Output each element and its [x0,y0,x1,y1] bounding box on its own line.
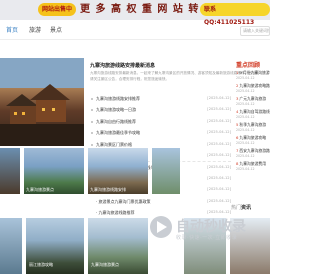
news-date: [2025-04-12] [207,152,231,157]
contact-qq-badge[interactable]: 联系QQ:411025113 [200,3,270,26]
sidebar-item-title[interactable]: 九寨沟旅游费用 [239,161,266,166]
bullet-icon [91,98,93,100]
sidebar-item-title[interactable]: 广元九寨沟旅游 [239,96,266,101]
nav-travel[interactable]: 旅游 [29,26,41,36]
sidebar-item-date: 2025-04-12 [236,89,255,93]
photo-card[interactable]: 九寨沟旅游线路安排 [88,148,148,194]
sale-badge[interactable]: 网站出售中 [38,3,77,16]
news-date: [2025-04-12] [207,198,231,203]
sidebar-item-title[interactable]: 九寨沟旅游攻略 [239,135,266,140]
sidebar-title: 重点回顾 [236,62,261,69]
bullet-icon [91,143,93,146]
sidebar-item-title[interactable]: 九寨沟自驾游路线 [239,109,269,114]
news-title[interactable]: 九寨沟旅游攻略一日游 [96,104,191,115]
news-date: [2025-04-12] [207,118,231,123]
list-item[interactable]: · 旅游景点九寨沟门票优惠政策 [2025-04-12] [96,196,231,207]
sidebar-item[interactable]: 6九寨沟旅游攻略 2025-04-12 [236,135,270,148]
temple-night-image [0,58,84,146]
nav-attractions[interactable]: 景点 [50,26,62,36]
tile-caption[interactable]: 九寨沟旅游景点 [91,262,119,268]
news-date: [2025-04-12] [207,130,231,135]
sidebar-item[interactable]: 4九寨沟自驾游路线 2025-04-12 [236,109,270,122]
hot-label: 热门 [231,205,242,211]
news-date: [2025-04-12] [207,141,231,146]
search-input[interactable]: 请输入关键词搜索 [240,26,270,36]
sidebar-list: 19 月份九寨沟旅游 2025-04-12 2九寨沟旅游攻略路 2025-04-12… [236,70,270,174]
sidebar-item-date: 2025-04-12 [236,102,255,106]
list-item[interactable]: 九寨沟旅游攻略一日游 [2025-04-12] [91,104,231,115]
featured-headline[interactable]: 九寨沟旅游线路安排最新消息 [90,62,155,69]
sidebar-item-date: 2025-04-12 [236,128,255,132]
sidebar-item[interactable]: 7西安九寨沟旅游路 2025-04-12 [236,148,270,161]
news-title[interactable]: 九寨沟自由行路线推荐 [96,116,191,127]
photo-card[interactable]: 九寨沟旅游景点 [24,148,84,194]
sidebar-item-date: 2025-04-12 [236,154,255,158]
watermark-subtitle: 收录·快速·一次·立即收录 [176,235,238,241]
bullet-icon [91,132,93,135]
featured-title[interactable]: 九寨沟旅游线路安排最新消息 [90,63,155,69]
sidebar-item[interactable]: 8九寨沟旅游费用 2025-04-12 [236,161,270,174]
list-item[interactable]: 九寨沟旅游线路安排推荐 [2025-04-12] [91,93,231,104]
bullet-icon [91,120,93,123]
photo-card[interactable] [152,148,180,194]
news-date: [2025-04-12] [207,175,231,180]
hot-section-title: 热门资讯 [231,204,251,211]
top-banner[interactable]: 网站出售中 更 多 高 权 重 网 站 转 让 联系QQ:411025113 [0,0,270,26]
news-date: [2025-04-12] [207,107,231,112]
sidebar-item[interactable]: 2九寨沟旅游攻略路 2025-04-12 [236,83,270,96]
hot-tile[interactable] [0,218,22,274]
hot-tile[interactable]: 丽江旅游攻略 [26,218,84,274]
watermark: 自动秒收录 收录·快速·一次·立即收录 [150,212,250,252]
banner-headline: 更 多 高 权 重 网 站 转 让 [80,4,215,15]
sidebar-item-title[interactable]: 九寨沟旅游攻略路 [239,83,269,88]
sidebar-item-date: 2025-04-12 [236,115,255,119]
nav-home[interactable]: 首页 [6,26,18,36]
sidebar-item-date: 2025-04-12 [236,76,255,80]
sidebar-item[interactable]: 3广元九寨沟旅游 2025-04-12 [236,96,270,109]
hot-tile[interactable]: 九寨沟旅游景点 [88,218,148,274]
hot-label-bold: 资讯 [241,205,252,211]
watermark-title: 自动秒收录 [176,219,246,235]
bullet-icon [91,109,93,112]
featured-photo[interactable] [0,58,84,146]
photo-card[interactable] [0,148,20,194]
photo-caption[interactable]: 九寨沟旅游线路安排 [90,187,126,193]
news-date: [2025-04-12] [207,96,231,100]
sidebar-item-date: 2025-04-12 [236,141,255,145]
news-title[interactable]: 九寨沟旅游最佳季节攻略 [96,127,191,138]
sidebar-item[interactable]: 19 月份九寨沟旅游 2025-04-12 [236,70,270,83]
photo-caption[interactable]: 九寨沟旅游景点 [26,187,54,193]
news-date: [2025-04-12] [207,165,231,170]
sidebar-item-title[interactable]: 秋季九寨沟旅游 [239,122,266,127]
sidebar-item-title[interactable]: 西安九寨沟旅游路 [239,148,269,153]
news-title[interactable]: 九寨沟旅游线路安排推荐 [96,93,191,104]
news-title[interactable]: · 旅游景点九寨沟门票优惠政策 [96,196,191,207]
play-icon [150,216,172,238]
sidebar-item-title[interactable]: 9 月份九寨沟旅游 [239,70,269,75]
tile-caption[interactable]: 丽江旅游攻略 [29,262,53,268]
news-date: [2025-04-12] [207,187,231,192]
featured-summary: 九寨沟旅游线路安排最新消息，一起来了解九寨沟景区的开放情况、游客须知及最新旅游线… [90,71,259,81]
list-item[interactable]: 九寨沟旅游最佳季节攻略 [2025-04-12] [91,127,231,138]
sidebar-item[interactable]: 5秋季九寨沟旅游 2025-04-12 [236,122,270,135]
sidebar-item-date: 2025-04-12 [236,167,255,171]
main-nav: 首页 旅游 景点 [0,22,270,40]
list-item[interactable]: 九寨沟自由行路线推荐 [2025-04-12] [91,116,231,127]
